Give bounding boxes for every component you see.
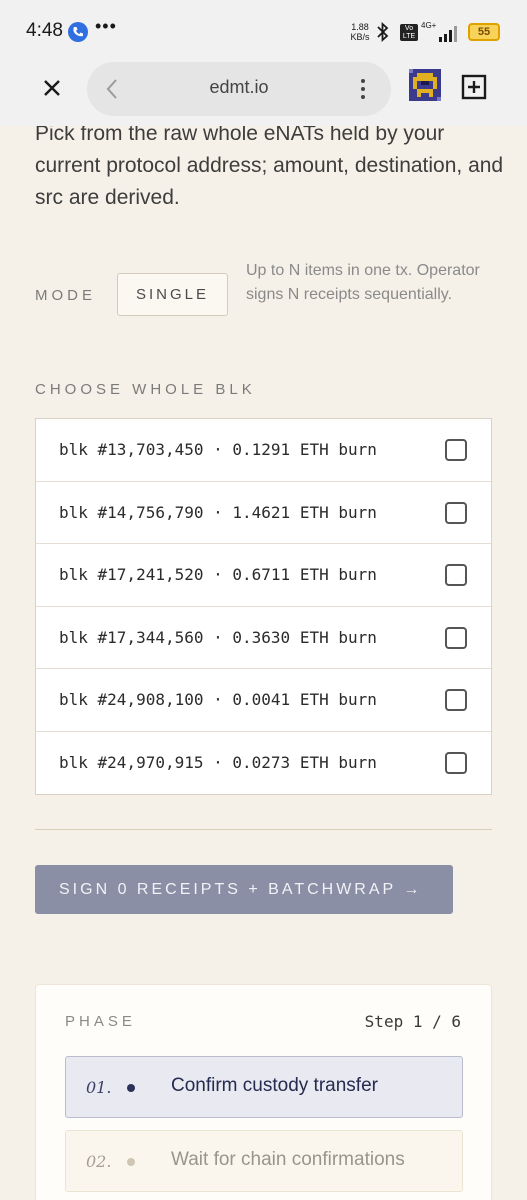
mode-hint: Up to N items in one tx. Operator signs … bbox=[246, 262, 480, 303]
phase-card: PHASE Step 1 / 6 01. Confirm custody tra… bbox=[35, 984, 492, 1200]
phase-label: PHASE bbox=[65, 1013, 136, 1030]
status-time: 4:48 bbox=[26, 20, 63, 41]
bluetooth-icon bbox=[376, 21, 390, 47]
avatar[interactable] bbox=[409, 69, 441, 101]
phase-status-dot bbox=[127, 1158, 135, 1166]
battery-icon: 55 bbox=[468, 23, 500, 41]
blk-row[interactable]: blk #17,344,560 · 0.3630 ETH burn bbox=[36, 607, 491, 669]
phase-status-dot bbox=[127, 1084, 135, 1092]
intro-text: Pick from the raw whole eNATs held by yo… bbox=[35, 126, 504, 209]
blk-row-label: blk #13,703,450 · 0.1291 ETH burn bbox=[59, 440, 377, 459]
sign-batchwrap-button[interactable]: SIGN 0 RECEIPTS + BATCHWRAP → bbox=[35, 865, 453, 914]
blk-row[interactable]: blk #14,756,790 · 1.4621 ETH burn bbox=[36, 482, 491, 544]
blk-row-label: blk #14,756,790 · 1.4621 ETH burn bbox=[59, 502, 377, 522]
page-content: Pick from the raw whole eNATs held by yo… bbox=[0, 126, 527, 1200]
blk-checkbox[interactable] bbox=[445, 626, 467, 649]
blk-row[interactable]: blk #17,241,520 · 0.6711 ETH burn bbox=[36, 544, 491, 607]
blk-checkbox[interactable] bbox=[445, 439, 467, 461]
phase-step-text: Wait for chain confirmations bbox=[171, 1149, 405, 1170]
section-divider bbox=[35, 829, 492, 830]
close-icon[interactable] bbox=[40, 76, 64, 100]
browser-toolbar: edmt.io bbox=[0, 62, 527, 126]
phase-step-item: 01. Confirm custody transfer bbox=[65, 1056, 463, 1118]
blk-row-label: blk #17,241,520 · 0.6711 ETH burn bbox=[59, 565, 377, 584]
url-text: edmt.io bbox=[209, 77, 269, 97]
blk-checkbox[interactable] bbox=[445, 751, 467, 774]
signal-icon bbox=[438, 24, 460, 47]
phase-step-counter: Step 1 / 6 bbox=[364, 1012, 461, 1031]
blk-checkbox[interactable] bbox=[445, 501, 467, 524]
more-menu-icon[interactable] bbox=[359, 76, 367, 102]
new-tab-icon[interactable] bbox=[461, 74, 487, 100]
phase-step-number: 01. bbox=[86, 1078, 112, 1097]
blk-row-label: blk #24,970,915 · 0.0273 ETH burn bbox=[59, 752, 377, 772]
mode-label: MODE bbox=[35, 287, 96, 304]
blk-row[interactable]: blk #13,703,450 · 0.1291 ETH burn bbox=[36, 419, 491, 482]
blk-row[interactable]: blk #24,970,915 · 0.0273 ETH burn bbox=[36, 732, 491, 795]
network-type: 4G+ bbox=[421, 21, 437, 30]
network-speed: 1.88 KB/s bbox=[350, 22, 370, 42]
notification-overflow: ••• bbox=[95, 16, 117, 36]
phase-step-number: 02. bbox=[86, 1152, 112, 1171]
blk-row-label: blk #17,344,560 · 0.3630 ETH burn bbox=[59, 627, 377, 647]
blk-list: blk #13,703,450 · 0.1291 ETH burn blk #1… bbox=[35, 418, 492, 795]
address-bar[interactable]: edmt.io bbox=[87, 62, 391, 116]
blk-checkbox[interactable] bbox=[445, 564, 467, 586]
blk-row[interactable]: blk #24,908,100 · 0.0041 ETH burn bbox=[36, 669, 491, 732]
blk-checkbox[interactable] bbox=[445, 689, 467, 711]
blk-row-label: blk #24,908,100 · 0.0041 ETH burn bbox=[59, 690, 377, 709]
status-bar: 4:48 ••• 1.88 KB/s Vo LTE 4G+ 55 bbox=[0, 0, 527, 62]
mode-toggle-button[interactable]: SINGLE bbox=[117, 273, 228, 316]
phase-step-item: 02. Wait for chain confirmations bbox=[65, 1130, 463, 1192]
choose-blk-label: CHOOSE WHOLE BLK bbox=[35, 381, 256, 398]
call-icon bbox=[68, 22, 88, 42]
phase-step-text: Confirm custody transfer bbox=[171, 1075, 378, 1096]
volte-icon: Vo LTE bbox=[400, 24, 418, 41]
